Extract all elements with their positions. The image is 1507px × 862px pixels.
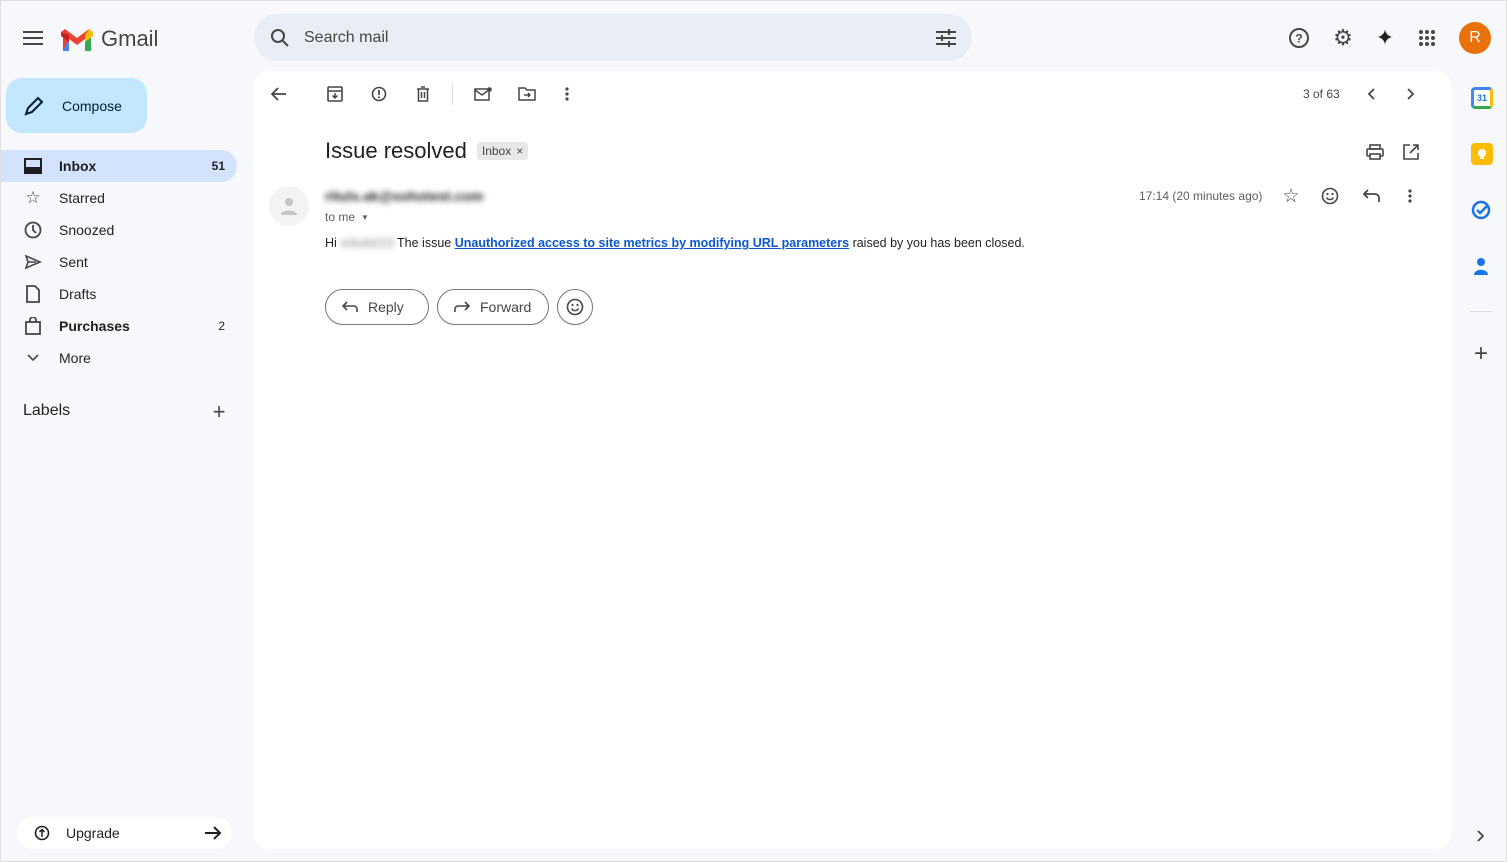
move-to-icon[interactable] (517, 84, 537, 104)
help-icon[interactable]: ? (1287, 26, 1311, 50)
side-panel-divider (1470, 311, 1492, 312)
email-timestamp: 17:14 (20 minutes ago) (1139, 189, 1263, 203)
forward-label: Forward (480, 299, 532, 315)
label-chip-text: Inbox (481, 144, 512, 158)
emoji-react-button[interactable] (557, 289, 593, 325)
sidebar-item-label: More (59, 350, 91, 366)
app-name: Gmail (101, 26, 159, 51)
forward-button[interactable]: Forward (437, 289, 549, 325)
sidebar-item-more[interactable]: More (1, 342, 237, 374)
sender-email: rituls.ak@sohotest.com (325, 188, 484, 204)
print-icon[interactable] (1364, 141, 1386, 163)
upgrade-icon (34, 825, 50, 841)
bag-icon (23, 317, 43, 335)
email-subject: Issue resolved (325, 138, 467, 163)
recipient-text: to me (325, 210, 356, 224)
body-text: The issue (397, 236, 452, 250)
reply-label: Reply (368, 299, 404, 315)
pagination-text: 3 of 63 (1303, 87, 1340, 101)
compose-button[interactable]: Compose (6, 78, 147, 133)
labels-heading: Labels (23, 402, 71, 419)
send-icon (23, 254, 43, 270)
sidebar-item-purchases[interactable]: Purchases 2 (1, 310, 237, 342)
search-bar[interactable]: Search mail (254, 14, 972, 61)
mark-unread-icon[interactable] (473, 84, 493, 104)
sidebar-item-sent[interactable]: Sent (1, 246, 237, 278)
body-text: raised by you has been closed. (852, 236, 1025, 250)
delete-trash-icon[interactable] (413, 84, 433, 104)
search-options-icon[interactable] (936, 28, 956, 47)
compose-label: Compose (62, 97, 122, 114)
sidebar-item-snoozed[interactable]: Snoozed (1, 214, 237, 246)
clock-icon (23, 221, 43, 239)
unread-count: 51 (211, 159, 225, 173)
draft-icon (23, 285, 43, 303)
apps-grid-icon[interactable] (1415, 26, 1439, 50)
upgrade-label: Upgrade (66, 825, 120, 841)
search-icon[interactable] (270, 28, 290, 48)
archive-icon[interactable] (325, 84, 345, 104)
gmail-logo[interactable]: Gmail (61, 26, 158, 52)
star-icon: ☆ (25, 188, 41, 207)
toolbar-divider (452, 83, 453, 105)
settings-gear-icon[interactable]: ⚙ (1331, 25, 1355, 50)
gmail-m-icon (61, 29, 93, 51)
pencil-icon (24, 96, 44, 116)
sidebar-item-label: Starred (59, 190, 105, 206)
sender-avatar (269, 186, 309, 226)
remove-label-icon[interactable]: × (516, 144, 523, 158)
caret-down-icon: ▼ (361, 212, 369, 222)
svg-text:?: ? (1295, 32, 1302, 46)
calendar-icon[interactable]: 31 (1471, 87, 1493, 109)
open-new-window-icon[interactable] (1400, 141, 1422, 163)
main-menu-icon[interactable] (21, 26, 45, 50)
email-view: 3 of 63 Issue resolved Inbox × rituls.ak@… (253, 71, 1452, 849)
recipient-details[interactable]: to me ▼ (325, 210, 369, 224)
item-count: 2 (218, 319, 225, 333)
sidebar-item-label: Snoozed (59, 222, 115, 238)
more-vert-icon[interactable] (1399, 185, 1421, 207)
arrow-right-icon (204, 825, 222, 841)
emoji-icon (566, 298, 584, 316)
emoji-reaction-icon[interactable] (1319, 185, 1341, 207)
sidebar-item-label: Purchases (59, 318, 130, 334)
forward-icon (454, 301, 470, 313)
get-addons-plus-icon[interactable]: + (1470, 340, 1492, 367)
sidebar-item-drafts[interactable]: Drafts (1, 278, 237, 310)
reply-icon[interactable] (1360, 185, 1382, 207)
report-spam-icon[interactable] (369, 84, 389, 104)
account-avatar[interactable]: R (1459, 22, 1491, 54)
greeting: Hi (325, 236, 337, 250)
email-body: Hi srituls013 The issue Unauthorized acc… (325, 236, 1025, 250)
reply-button[interactable]: Reply (325, 289, 429, 325)
gemini-sparkle-icon[interactable]: ✦ (1373, 25, 1397, 50)
newer-chevron-left-icon[interactable] (1361, 84, 1381, 104)
sidebar-item-label: Inbox (59, 158, 97, 174)
sidebar-item-label: Sent (59, 254, 88, 270)
chevron-down-icon (23, 354, 43, 362)
older-chevron-right-icon[interactable] (1401, 84, 1421, 104)
back-arrow-icon[interactable] (269, 84, 289, 104)
inbox-label-chip: Inbox × (476, 142, 529, 160)
sidebar-item-starred[interactable]: ☆ Starred (1, 182, 237, 214)
recipient-name: srituls013 (340, 236, 394, 250)
search-input[interactable]: Search mail (304, 29, 922, 47)
upgrade-button[interactable]: Upgrade (17, 817, 232, 849)
expand-side-panel-icon[interactable] (1473, 827, 1489, 845)
sidebar-item-inbox[interactable]: Inbox 51 (1, 150, 237, 182)
star-icon[interactable]: ☆ (1280, 185, 1302, 207)
contacts-icon[interactable] (1470, 255, 1492, 277)
inbox-icon (23, 158, 43, 174)
sidebar-item-label: Drafts (59, 286, 97, 302)
tasks-icon[interactable] (1470, 199, 1492, 221)
more-vert-icon[interactable] (557, 84, 577, 104)
add-label-icon[interactable]: + (208, 399, 230, 424)
reply-icon (342, 301, 358, 313)
issue-link[interactable]: Unauthorized access to site metrics by m… (455, 236, 849, 250)
keep-icon[interactable] (1471, 143, 1493, 165)
